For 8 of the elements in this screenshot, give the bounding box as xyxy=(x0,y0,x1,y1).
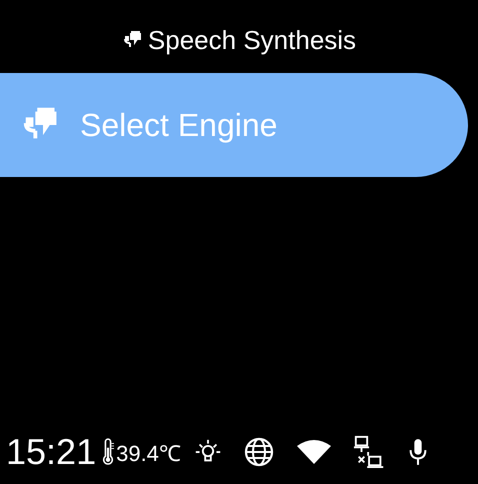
temperature-reading: 39.4℃ xyxy=(116,440,181,467)
clock-time: 15:21 xyxy=(6,431,96,473)
wifi-icon xyxy=(294,438,333,466)
screen-title: Speech Synthesis xyxy=(148,24,356,56)
globe-icon xyxy=(242,436,275,468)
microphone-icon xyxy=(406,436,429,468)
menu-item[interactable]: Select Engine xyxy=(0,73,468,177)
thermometer-icon xyxy=(102,437,114,467)
